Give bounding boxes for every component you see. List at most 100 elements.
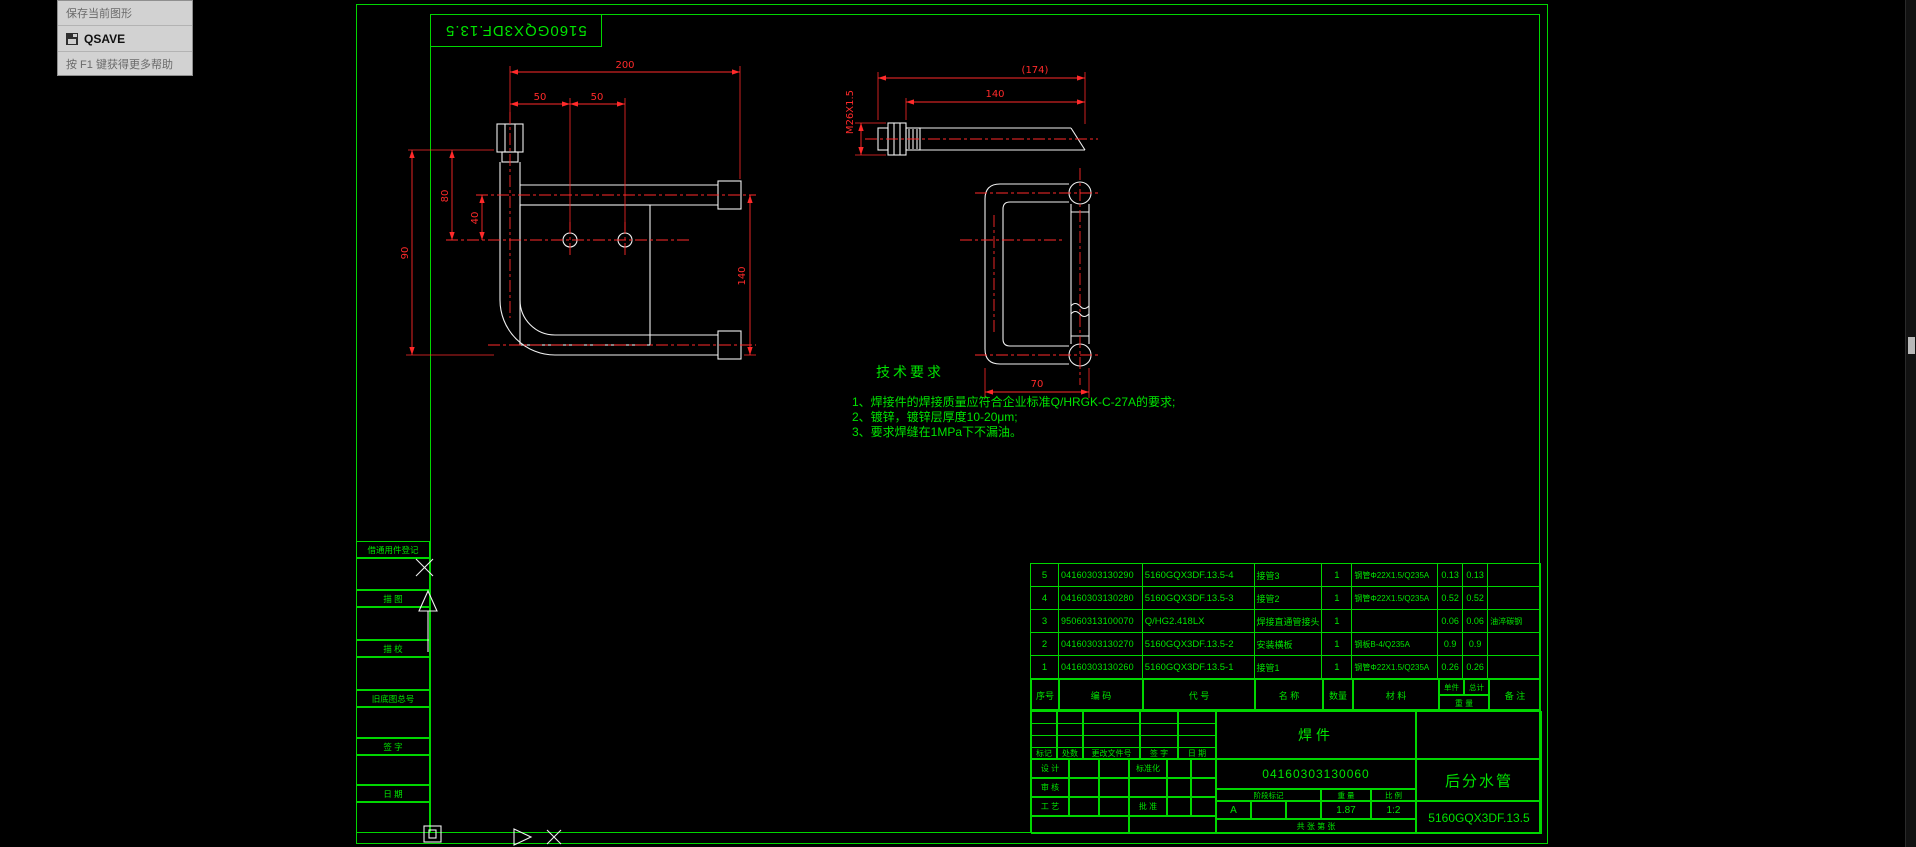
sign-label: 设 计 <box>1031 759 1069 778</box>
bom-unit-wt: 0.26 <box>1438 656 1464 678</box>
bom-row: 5 04160303130290 5160GQX3DF.13.5-4 接管3 1… <box>1031 564 1540 587</box>
rev-header: 更改文件号 <box>1083 747 1140 759</box>
bom-unit-wt: 0.06 <box>1438 610 1464 632</box>
bom-part-no: 5160GQX3DF.13.5-1 <box>1143 656 1255 678</box>
bom-code: 04160303130280 <box>1059 587 1143 609</box>
rev-header: 标记 <box>1031 747 1057 759</box>
sign-label <box>1129 778 1167 797</box>
dim-front-140: 140 <box>737 266 748 285</box>
bom-qty: 1 <box>1322 587 1353 609</box>
scrollbar-thumb[interactable] <box>1908 337 1915 354</box>
bom-name: 安装横板 <box>1255 633 1323 655</box>
bom-code: 04160303130260 <box>1059 656 1143 678</box>
bom-part-no: Q/HG2.418LX <box>1143 610 1255 632</box>
weight-value: 1.87 <box>1321 801 1371 819</box>
tech-req-item: 2、镀锌，镀锌层厚度10-20μm; <box>852 410 1018 424</box>
plot-marks <box>415 558 562 846</box>
bom-row: 1 04160303130260 5160GQX3DF.13.5-1 接管1 1… <box>1031 656 1540 679</box>
bom-code: 04160303130270 <box>1059 633 1143 655</box>
tech-req-title: 技术要求 <box>876 364 944 380</box>
bom-name: 焊接直通管接头 <box>1255 610 1323 632</box>
bom-header-name: 名 称 <box>1255 679 1323 711</box>
dim-side-thread: M26X1.5 <box>845 90 856 134</box>
part-type: 焊件 <box>1216 711 1416 759</box>
bom-header-no: 序号 <box>1031 679 1059 711</box>
bom-row: 3 95060313100070 Q/HG2.418LX 焊接直通管接头 1 0… <box>1031 610 1540 633</box>
side-view: (174) 140 M26X1.5 70 <box>845 65 1098 398</box>
dim-front-40: 40 <box>470 212 481 225</box>
triangle-mark-icon <box>513 828 533 846</box>
bom-no: 5 <box>1031 564 1059 586</box>
bom-row: 2 04160303130270 5160GQX3DF.13.5-2 安装横板 … <box>1031 633 1540 656</box>
bom-no: 3 <box>1031 610 1059 632</box>
bom-code: 04160303130290 <box>1059 564 1143 586</box>
bom-part-no: 5160GQX3DF.13.5-4 <box>1143 564 1255 586</box>
registration-mark-icon <box>423 825 442 843</box>
bom-note <box>1488 656 1540 678</box>
bom-qty: 1 <box>1322 633 1353 655</box>
rev-header: 日 期 <box>1178 747 1216 759</box>
bom-material <box>1352 610 1439 632</box>
bom-header-code: 编 码 <box>1059 679 1143 711</box>
bom-total-wt: 0.52 <box>1463 587 1489 609</box>
stage-value: A <box>1216 801 1251 819</box>
bom-no: 1 <box>1031 656 1059 678</box>
dim-side-140: 140 <box>985 89 1004 100</box>
bom-name: 接管3 <box>1255 564 1323 586</box>
scale-label: 比 例 <box>1371 789 1416 801</box>
weight-label: 重 量 <box>1321 789 1371 801</box>
bom-qty: 1 <box>1322 656 1353 678</box>
bom-code: 95060313100070 <box>1059 610 1143 632</box>
dim-front-90: 90 <box>400 247 411 260</box>
dim-front-50a: 50 <box>534 92 547 103</box>
tech-req-item: 1、焊接件的焊接质量应符合企业标准Q/HRGK-C-27A的要求; <box>852 395 1176 409</box>
bom-header-total: 总计 <box>1464 679 1489 695</box>
bom-name: 接管2 <box>1255 587 1323 609</box>
sign-label: 工 艺 <box>1031 797 1069 816</box>
technical-requirements: 技术要求 1、焊接件的焊接质量应符合企业标准Q/HRGK-C-27A的要求; 2… <box>852 362 1282 440</box>
sign-label: 标准化 <box>1129 759 1167 778</box>
dim-front-50b: 50 <box>591 92 604 103</box>
part-code: 04160303130060 <box>1216 759 1416 789</box>
triangle-mark-icon <box>418 589 438 612</box>
sign-label: 批 准 <box>1129 797 1167 816</box>
bom-unit-wt: 0.9 <box>1438 633 1464 655</box>
bom-total-wt: 0.9 <box>1463 633 1489 655</box>
part-name: 后分水管 <box>1416 759 1542 801</box>
title-block: 标记 处数 更改文件号 签 字 日 期 设 计 标准化 审 核 工 艺 批 准 … <box>1030 710 1542 834</box>
bom-header-note: 备 注 <box>1489 679 1541 711</box>
dim-front-total: 200 <box>615 60 634 71</box>
bom-part-no: 5160GQX3DF.13.5-2 <box>1143 633 1255 655</box>
bom-row: 4 04160303130280 5160GQX3DF.13.5-3 接管2 1… <box>1031 587 1540 610</box>
bom-unit-wt: 0.52 <box>1438 587 1464 609</box>
vertical-scrollbar[interactable] <box>1905 0 1916 847</box>
sign-label: 审 核 <box>1031 778 1069 797</box>
bom-note: 油淬碳钢 <box>1490 616 1523 626</box>
bom-material: 钢板B-4/Q235A <box>1352 633 1439 655</box>
bom-no: 4 <box>1031 587 1059 609</box>
dim-front-80: 80 <box>440 190 451 203</box>
bom-qty: 1 <box>1322 610 1353 632</box>
bom-material: 钢管Φ22X1.5/Q235A <box>1352 564 1439 586</box>
bom-header-unit: 单件 <box>1439 679 1464 695</box>
sheet-info: 共 张 第 张 <box>1216 819 1416 834</box>
bom-header-material: 材 料 <box>1353 679 1439 711</box>
stage-label: 阶段标记 <box>1216 789 1321 801</box>
front-view: 200 50 50 80 40 90 140 <box>400 60 756 360</box>
cad-viewport[interactable]: { "tooltip": { "title": "保存当前图形", "comma… <box>0 0 1916 847</box>
drawing-number: 5160GQX3DF.13.5 <box>1416 801 1542 834</box>
bom-note <box>1488 633 1540 655</box>
dim-side-174: (174) <box>1022 65 1049 76</box>
scale-value: 1:2 <box>1371 801 1416 819</box>
bom-header-qty: 数量 <box>1323 679 1353 711</box>
bom-note <box>1488 564 1540 586</box>
rev-header: 签 字 <box>1140 747 1178 759</box>
bom-material: 钢管Φ22X1.5/Q235A <box>1352 656 1439 678</box>
bom-name: 接管1 <box>1255 656 1323 678</box>
bom-material: 钢管Φ22X1.5/Q235A <box>1352 587 1439 609</box>
bom-total-wt: 0.26 <box>1463 656 1489 678</box>
bom-table: 5 04160303130290 5160GQX3DF.13.5-4 接管3 1… <box>1030 563 1541 711</box>
bom-note <box>1488 587 1540 609</box>
bom-header-part-no: 代 号 <box>1143 679 1255 711</box>
bom-no: 2 <box>1031 633 1059 655</box>
